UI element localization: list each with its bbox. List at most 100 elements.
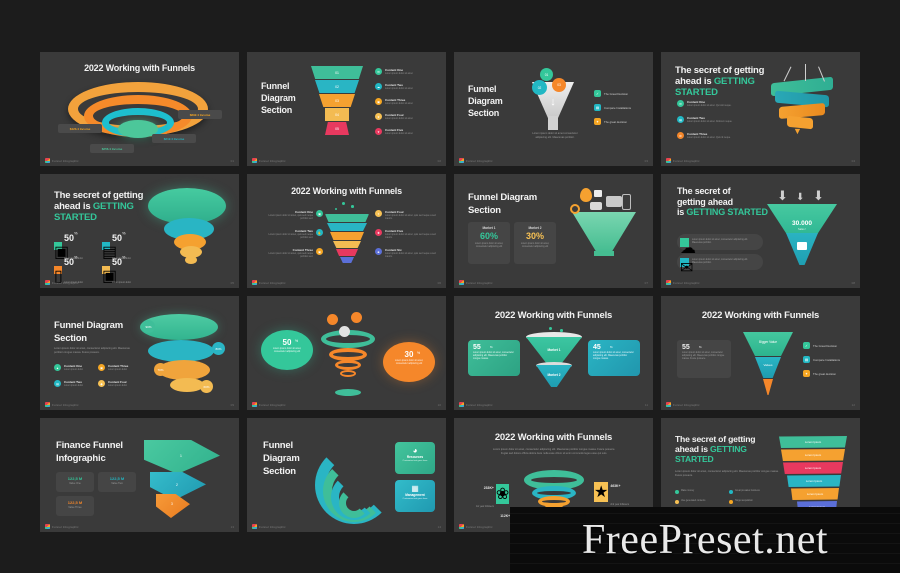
slide-thumbnail-8[interactable]: The secret of getting ahead is GETTING S…: [661, 174, 860, 288]
bubble-value: 50: [282, 338, 292, 347]
list-item-desc: Lorem ipsum dolor sit amet. Dolorem nequ…: [687, 120, 733, 123]
footer-label: Funnel Infographic: [673, 402, 700, 407]
stat-card-1[interactable]: 55 % Lorem ipsum dolor sit amet, consect…: [468, 340, 520, 376]
footer-label: Funnel Infographic: [466, 524, 493, 529]
market-card-1[interactable]: Market 1 60% Lorem ipsum dolor sit amet,…: [468, 222, 510, 264]
list-item-label: Content One: [64, 364, 82, 368]
slide-thumbnail-5[interactable]: The secret of getting ahead is GETTING S…: [40, 174, 239, 288]
slide-footer: Funnel Infographic: [666, 158, 700, 163]
chip[interactable]: ✓ The Great Decision: [803, 342, 837, 349]
legend-item[interactable]: Use generated contents: [675, 500, 705, 504]
chip[interactable]: ▤ Compare Installations: [803, 356, 840, 363]
stat-unit: %: [74, 230, 78, 236]
list-item[interactable]: ✚ Content Five Lorem ipsum dolor sit amet…: [375, 229, 437, 240]
list-item[interactable]: ☁ Content Two Lorem ipsum dolor sit amet: [375, 83, 413, 91]
slide-thumbnail-10[interactable]: 50 % Lorem ipsum dolor sit amet, consect…: [247, 296, 446, 410]
list-item[interactable]: ⚙ Content Three Lorem ipsum dolor sit ame…: [677, 132, 731, 140]
list-item[interactable]: ★ Content Four Lorem ipsum dolor sit amet: [375, 113, 413, 121]
footer-label: Funnel Infographic: [52, 158, 79, 163]
list-item[interactable]: ♥ Content Five Lorem ipsum dolor sit amet: [375, 128, 413, 136]
list-item-desc: Lorem ipsum dolor sit amet, quis sed neq…: [385, 233, 436, 239]
slide-thumbnail-1[interactable]: 2022 Working with Funnels $892.4 Income …: [40, 52, 239, 166]
slide-thumbnail-3[interactable]: Funnel Diagram Section ↓ 01 02 03 Lorem …: [454, 52, 653, 166]
title-line-1: Funnel: [261, 81, 290, 91]
stat-item[interactable]: ▣ 50% Lorem ipsum dolor: [102, 252, 131, 288]
legend-item[interactable]: Make money: [675, 490, 694, 494]
mail-icon: ✉: [680, 257, 694, 277]
list-item[interactable]: ✦ Content Four Lorem ipsum dolor sit amet…: [375, 210, 437, 221]
chat-bubble-icon: [590, 202, 602, 210]
slide-thumbnail-9[interactable]: Funnel Diagram Section Lorem ipsum dolor…: [40, 296, 239, 410]
card-label: Resources: [406, 455, 424, 459]
slide-thumbnail-13[interactable]: Finance Funnel Infographic 122,5 M Value…: [40, 418, 239, 532]
info-bar[interactable]: ☁ Lorem ipsum dolor sit amet, consectetu…: [677, 234, 763, 257]
list-item[interactable]: ▣ Content Three Lorem ipsum dolor: [98, 364, 128, 372]
slide-thumbnail-7[interactable]: Funnel Diagram Section Market 1 60% Lore…: [454, 174, 653, 288]
slide-thumbnail-6[interactable]: 2022 Working with Funnels ▣ Content One L…: [247, 174, 446, 288]
value-card-2[interactable]: 122,5 M Value Two: [98, 472, 136, 492]
feature-card-1[interactable]: ◕ Resources Customize text goes here: [395, 442, 435, 474]
brand-logo-icon: [45, 524, 50, 529]
footer-label: Funnel Infographic: [259, 280, 286, 285]
footer-label: Funnel Infographic: [466, 402, 493, 407]
legend-item[interactable]: Target acquisition: [729, 500, 753, 504]
brand-logo-icon: [459, 158, 464, 163]
list-item[interactable]: ▲ Content One Lorem ipsum dolor: [54, 364, 83, 372]
slide-footer: Funnel Infographic: [252, 402, 286, 407]
legend-dot-icon: [729, 490, 733, 494]
bubble-dot: [335, 208, 337, 210]
feature-card-2[interactable]: ▦ Management Customize text goes here: [395, 480, 435, 512]
funnel-label-1: Market 1: [547, 348, 561, 352]
brand-logo-icon: [459, 524, 464, 529]
pin-line-2: [805, 64, 807, 81]
value-card-1[interactable]: 122,5 M Value One: [56, 472, 94, 492]
funnel-ring-4: [170, 378, 204, 392]
list-item[interactable]: ▣ Content Three Lorem ipsum dolor sit ame…: [261, 248, 323, 259]
down-arrow-icon: ⬇: [796, 192, 805, 203]
info-bar[interactable]: ✉ Lorem ipsum dolor sit amet, consectetu…: [677, 254, 763, 277]
funnel-base: [594, 251, 614, 256]
callout-bubble-1[interactable]: 50 % Lorem ipsum dolor sit amet, consect…: [261, 330, 313, 370]
list-item-label: Content Three: [687, 132, 708, 136]
list-item[interactable]: ✉ Content One Lorem ipsum dolor sit amet.…: [677, 100, 731, 108]
slide-thumbnail-11[interactable]: 2022 Working with Funnels 55 % Lorem ips…: [454, 296, 653, 410]
stat-card-2[interactable]: 45 % Lorem ipsum dolor sit amet, consect…: [588, 340, 640, 376]
slide-thumbnail-4[interactable]: The secret of getting ahead is GETTING S…: [661, 52, 860, 166]
list-item[interactable]: ✉ Content One Lorem ipsum dolor sit amet: [375, 68, 413, 76]
title-pre: The secret of getting: [54, 190, 144, 201]
list-item[interactable]: ✋ Content Two Lorem ipsum dolor sit amet,…: [261, 229, 323, 240]
title-line-3: Section: [261, 105, 293, 115]
stat-card[interactable]: 55 % Lorem ipsum dolor sit amet, consect…: [677, 340, 731, 378]
slide-thumbnail-14[interactable]: Funnel Diagram Section ◕ Resources Custo…: [247, 418, 446, 532]
brand-logo-icon: [666, 402, 671, 407]
stat-unit: %: [74, 254, 78, 260]
market-desc: Lorem ipsum dolor sit amet, consectetur …: [520, 243, 550, 249]
chip[interactable]: ✦ The great decision: [594, 118, 627, 125]
list-item-desc: Lorem ipsum dolor sit amet. Quis id nequ…: [687, 136, 731, 139]
list-item[interactable]: ▤ Content Two Lorem ipsum dolor sit amet.…: [677, 116, 732, 124]
list-item-desc: Lorem ipsum dolor: [64, 368, 84, 371]
list-item[interactable]: ☻ Content Six Lorem ipsum dolor sit amet,…: [375, 248, 437, 259]
chip[interactable]: ✦ The great decision: [803, 370, 836, 377]
slide-thumbnail-2[interactable]: Funnel Diagram Section 01 02 03 04 05 ✉ …: [247, 52, 446, 166]
slide-thumbnail-12[interactable]: 2022 Working with Funnels 55 % Lorem ips…: [661, 296, 860, 410]
chip[interactable]: ✓ The Great Decision: [594, 90, 628, 97]
stat-value: 50: [64, 233, 75, 243]
chip[interactable]: ▤ Compare Installations: [594, 104, 631, 111]
title-line-3: Section: [263, 466, 296, 477]
phone-icon: ▯: [54, 266, 63, 285]
slide-title: 2022 Working with Funnels: [291, 186, 402, 196]
funnel-step-2: 02: [315, 80, 359, 93]
list-item[interactable]: ▣ Content One Lorem ipsum dolor sit amet,…: [261, 210, 323, 221]
book-icon: ▤: [677, 116, 684, 123]
legend-item[interactable]: Great presales business: [729, 490, 760, 494]
footer-label: Funnel Infographic: [259, 524, 286, 529]
list-item[interactable]: ▤ Content Two Lorem ipsum dolor: [54, 380, 83, 388]
list-item[interactable]: ▣ Content Three Lorem ipsum dolor sit ame…: [375, 98, 413, 106]
list-item[interactable]: ◆ Content Four Lorem ipsum dolor: [98, 380, 127, 388]
market-card-2[interactable]: Market 2 30% Lorem ipsum dolor sit amet,…: [514, 222, 556, 264]
value-card-3[interactable]: 122,5 M Value Three: [56, 496, 94, 516]
callout-bubble-2[interactable]: 30 % Lorem ipsum dolor sit amet, consect…: [383, 342, 435, 382]
leaf-icon: ❀: [495, 484, 510, 504]
bubble-unit: %: [295, 339, 299, 343]
